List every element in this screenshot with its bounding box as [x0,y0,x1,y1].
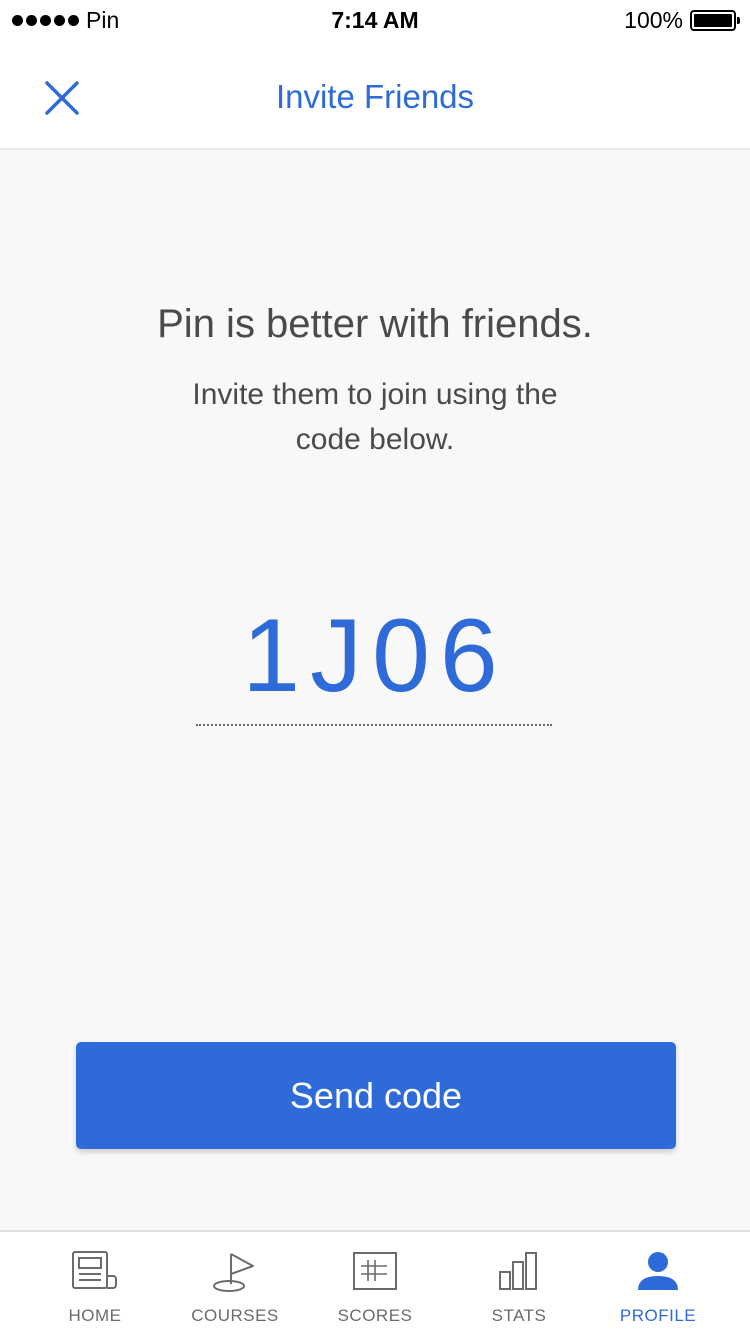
person-icon [638,1252,678,1290]
tab-label: HOME [68,1306,122,1325]
battery-percent: 100% [624,7,683,33]
status-bar: Pin 7:14 AM 100% [0,0,750,40]
tab-profile[interactable]: PROFILE [583,1232,733,1334]
tab-stats[interactable]: STATS [444,1232,594,1334]
code-underline [196,724,552,726]
invite-headline: Pin is better with friends. [157,302,593,346]
battery-icon [690,10,740,31]
battery-info: 100% [624,7,740,34]
tab-label: STATS [491,1306,547,1325]
tab-label: PROFILE [619,1306,697,1325]
scorecard-icon [353,1252,397,1290]
invite-instructions: Invite them to join using the code below… [192,378,558,456]
tab-scores[interactable]: SCORES [300,1232,450,1334]
golf-flag-icon [213,1253,254,1292]
navigation-bar: Invite Friends [0,40,750,150]
home-newspaper-icon [72,1251,117,1289]
send-code-button[interactable]: Send code [76,1042,676,1149]
bar-chart-icon [499,1252,537,1290]
tab-label: SCORES [337,1306,413,1325]
tab-courses[interactable]: COURSES [160,1232,310,1334]
tab-bar: HOME COURSES SCORES STATS PROFILE [0,1230,750,1334]
tab-label: COURSES [191,1306,279,1325]
invite-friends-screen: Pin 7:14 AM 100% Invite Friends Pin is b… [0,0,750,1334]
page-title: Invite Friends [275,78,475,115]
tab-home[interactable]: HOME [20,1232,170,1334]
invite-code[interactable]: 1J06 [0,596,750,716]
